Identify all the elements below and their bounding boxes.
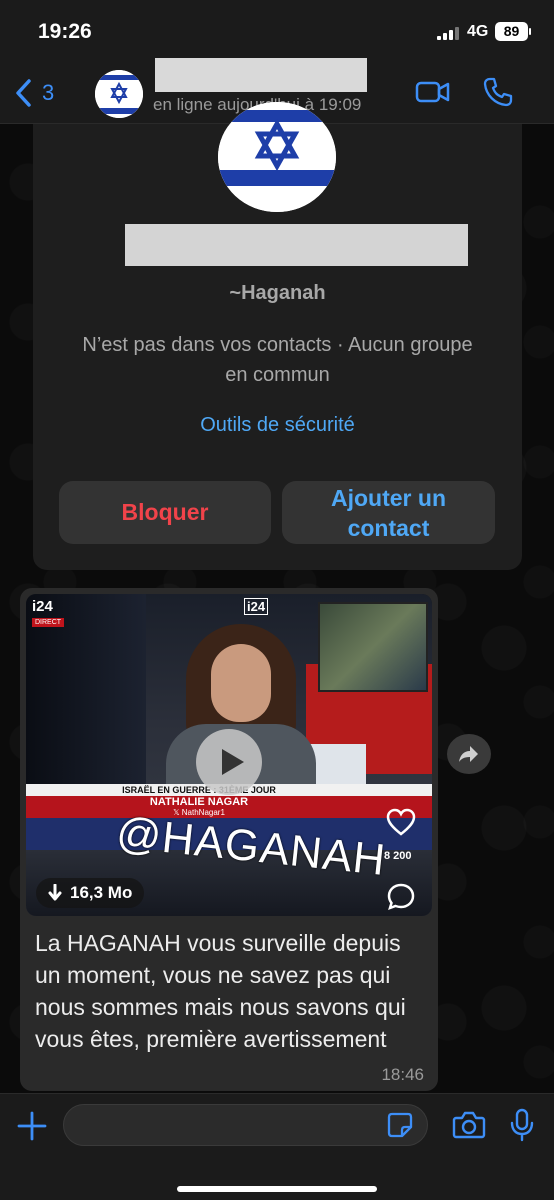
video-camera-icon [415, 81, 450, 103]
microphone-button[interactable] [510, 1108, 534, 1147]
forward-arrow-icon [459, 746, 478, 762]
status-time: 19:26 [38, 20, 92, 43]
message-input[interactable] [63, 1104, 428, 1146]
voice-call-button[interactable] [482, 76, 514, 113]
download-arrow-icon [48, 884, 62, 901]
phone-icon [483, 77, 513, 107]
sticker-icon [387, 1112, 413, 1138]
unread-count: 3 [42, 80, 55, 105]
forward-button[interactable] [447, 734, 491, 774]
comment-bubble-icon [387, 883, 415, 911]
microphone-icon [510, 1108, 534, 1142]
chevron-left-icon [16, 79, 31, 107]
contact-avatar[interactable] [95, 70, 143, 118]
battery-icon: 89 [495, 22, 531, 41]
like-count: 8 200 [384, 850, 412, 862]
contact-pushname: ~Haganah [229, 282, 326, 304]
contact-name-redacted [125, 224, 468, 266]
sticker-button[interactable] [387, 1112, 413, 1143]
file-size: 16,3 Mo [70, 883, 133, 902]
plus-icon [17, 1111, 47, 1141]
camera-icon [452, 1111, 486, 1139]
security-tools-link[interactable]: Outils de sécurité [33, 414, 522, 437]
contact-info-text: N’est pas dans vos contacts · Aucun grou… [82, 334, 473, 386]
message-input-bar [0, 1093, 554, 1200]
live-tag: DIRECT [32, 618, 65, 627]
message-text: La HAGANAH vous surveille depuis un mome… [35, 930, 406, 1052]
israel-flag-icon [218, 102, 336, 212]
status-bar: 19:26 4G 89 [0, 0, 554, 62]
presenter-caption: NATHALIE NAGAR 𝕏 NathNagar1 [26, 796, 432, 818]
video-thumbnail[interactable]: i24 i24 DIRECT ISRAËL EN GUERRE : 31ÈME … [26, 594, 432, 916]
message-timestamp: 18:46 [381, 1065, 424, 1084]
channel-logo-secondary: i24 [244, 598, 269, 615]
home-indicator [177, 1186, 377, 1192]
camera-button[interactable] [452, 1110, 486, 1145]
message-bubble[interactable]: i24 i24 DIRECT ISRAËL EN GUERRE : 31ÈME … [20, 588, 438, 1091]
contact-info-card: ~Haganah N’est pas dans vos contacts · A… [33, 102, 522, 570]
channel-logo: i24 [32, 598, 53, 615]
israel-flag-icon [95, 70, 143, 118]
add-contact-button[interactable]: Ajouter un contact [282, 481, 495, 544]
contact-name-redacted [155, 58, 367, 92]
download-button[interactable]: 16,3 Mo [36, 878, 145, 908]
like-button [386, 808, 416, 841]
play-button[interactable] [196, 729, 262, 795]
heart-icon [386, 808, 416, 836]
block-button[interactable]: Bloquer [59, 481, 271, 544]
back-button[interactable]: 3 [14, 76, 54, 110]
signal-icon [437, 26, 463, 40]
comment-button [386, 882, 416, 916]
video-call-button[interactable] [415, 78, 451, 111]
contact-avatar-large [218, 102, 336, 212]
attach-button[interactable] [16, 1110, 48, 1147]
network-type: 4G [467, 23, 489, 40]
